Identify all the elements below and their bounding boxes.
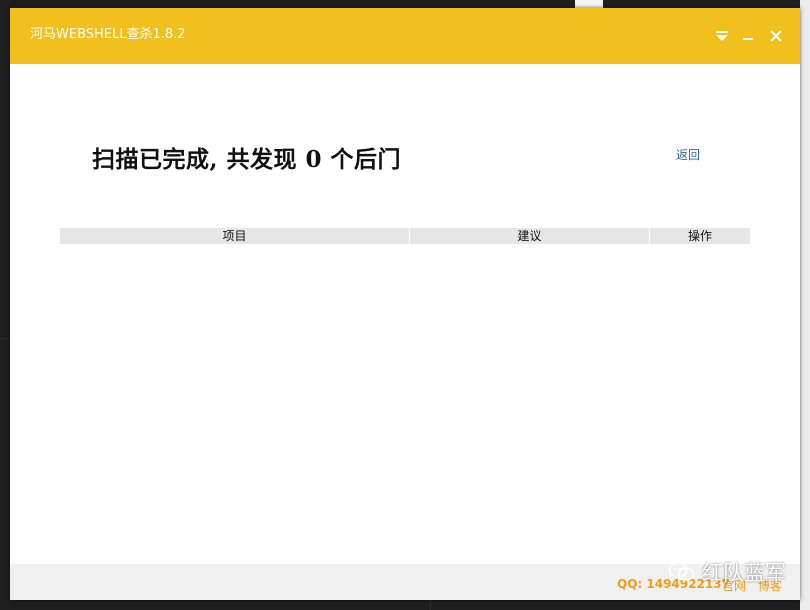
- scan-result-heading: 扫描已完成, 共发现 0 个后门: [92, 146, 402, 173]
- background-line: [0, 338, 10, 339]
- background-window-edge: [800, 0, 810, 610]
- close-icon[interactable]: [766, 26, 786, 46]
- column-header-item: 项目: [60, 228, 410, 244]
- title-bar[interactable]: 河马WEBSHELL查杀1.8.2: [10, 8, 800, 64]
- app-window: 河马WEBSHELL查杀1.8.2 扫描已完成, 共发现 0 个后门 返回 项目…: [10, 8, 800, 600]
- scan-result-panel: 扫描已完成, 共发现 0 个后门 返回 项目 建议 操作: [10, 64, 800, 564]
- watermark-text: 红队蓝军: [702, 561, 786, 585]
- column-header-advice: 建议: [410, 228, 650, 244]
- result-table-header: 项目 建议 操作: [60, 228, 750, 244]
- back-link[interactable]: 返回: [676, 146, 700, 163]
- dropdown-menu-icon[interactable]: [712, 26, 732, 46]
- wechat-icon: [668, 562, 695, 581]
- window-title: 河马WEBSHELL查杀1.8.2: [30, 27, 186, 42]
- minimize-icon[interactable]: [738, 26, 758, 46]
- watermark: 红队蓝军: [668, 557, 786, 587]
- column-header-action: 操作: [650, 228, 750, 244]
- background-line: [430, 600, 431, 610]
